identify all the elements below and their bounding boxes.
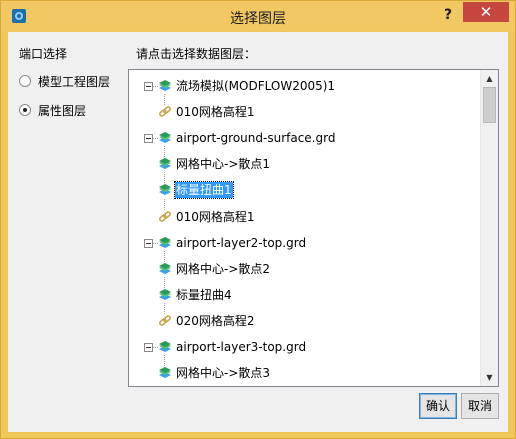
layer-stack-icon xyxy=(159,263,171,274)
scroll-up-arrow-icon[interactable]: ▲ xyxy=(481,70,498,87)
radio-label: 属性图层 xyxy=(38,103,87,118)
link-icon xyxy=(159,211,171,222)
tree-child-item[interactable]: 标量扭曲4 xyxy=(158,285,233,305)
tree-parent-item[interactable]: airport-layer3-top.grd xyxy=(158,337,307,357)
tree-child-item[interactable]: 010网格高程1 xyxy=(158,207,256,227)
layer-stack-icon xyxy=(159,184,171,195)
tree-item-label: 标量扭曲1 xyxy=(174,181,234,199)
tree-item-label: airport-layer3-top.grd xyxy=(176,340,307,354)
tree-child-item[interactable]: 010网格高程1 xyxy=(158,102,256,122)
layer-stack-icon xyxy=(159,80,171,91)
radio-button[interactable] xyxy=(19,75,31,87)
scroll-thumb[interactable] xyxy=(483,87,496,123)
tree-item-label: 网格中心->散点2 xyxy=(176,262,271,276)
dialog-window: 选择图层 ? ✕ 端口选择 模型工程图层 属性图层 请点击选择数据图层： 流场模… xyxy=(0,0,516,439)
tree-parent-item[interactable]: airport-ground-surface.grd xyxy=(158,128,336,148)
tree-child-item[interactable]: 网格中心->散点1 xyxy=(158,154,271,174)
collapse-toggle-icon[interactable] xyxy=(144,82,153,91)
layer-stack-icon xyxy=(159,237,171,248)
tree-item-label: 标量扭曲4 xyxy=(176,288,232,302)
cancel-button[interactable]: 取消 xyxy=(461,393,499,419)
layer-stack-icon xyxy=(159,158,171,169)
link-icon xyxy=(159,106,171,117)
layer-stack-icon xyxy=(159,367,171,378)
collapse-toggle-icon[interactable] xyxy=(144,239,153,248)
layer-stack-icon xyxy=(159,289,171,300)
link-icon xyxy=(159,315,171,326)
layer-stack-icon xyxy=(159,132,171,143)
layer-stack-icon xyxy=(159,341,171,352)
dialog-body: 端口选择 模型工程图层 属性图层 请点击选择数据图层： 流场模拟(MODFLOW… xyxy=(8,32,508,432)
radio-label: 模型工程图层 xyxy=(38,74,111,89)
port-select-label: 端口选择 xyxy=(19,47,68,61)
tree-child-item[interactable]: 网格中心->散点3 xyxy=(158,363,271,383)
collapse-toggle-icon[interactable] xyxy=(144,134,153,143)
tree-item-label: 010网格高程1 xyxy=(176,105,255,119)
scroll-down-arrow-icon[interactable]: ▼ xyxy=(481,369,498,386)
tree-item-label: 网格中心->散点3 xyxy=(176,366,271,380)
tree-item-label: airport-layer2-top.grd xyxy=(176,236,307,250)
title-bar[interactable]: 选择图层 ? ✕ xyxy=(1,1,515,31)
tree-item-label: airport-ground-surface.grd xyxy=(176,131,336,145)
layer-tree[interactable]: 流场模拟(MODFLOW2005)1 010网格高程1 airport-ground… xyxy=(128,69,499,387)
tree-item-label: 020网格高程2 xyxy=(176,314,255,328)
radio-button[interactable] xyxy=(19,104,31,116)
tree-child-item[interactable]: 标量扭曲1 xyxy=(158,180,234,200)
tree-instruction-label: 请点击选择数据图层： xyxy=(136,47,257,61)
radio-model-layer[interactable]: 模型工程图层 xyxy=(19,73,110,89)
radio-attribute-layer[interactable]: 属性图层 xyxy=(19,102,86,118)
confirm-button[interactable]: 确认 xyxy=(419,393,457,419)
tree-item-label: 流场模拟(MODFLOW2005)1 xyxy=(176,79,336,93)
vertical-scrollbar[interactable]: ▲ ▼ xyxy=(480,70,498,386)
tree-list[interactable]: 流场模拟(MODFLOW2005)1 010网格高程1 airport-ground… xyxy=(129,70,479,386)
close-button[interactable]: ✕ xyxy=(463,2,509,22)
help-button[interactable]: ? xyxy=(437,5,459,25)
tree-child-item[interactable]: 020网格高程2 xyxy=(158,311,256,331)
collapse-toggle-icon[interactable] xyxy=(144,343,153,352)
tree-item-label: 010网格高程1 xyxy=(176,210,255,224)
tree-item-label: 网格中心->散点1 xyxy=(176,157,271,171)
tree-parent-item[interactable]: airport-layer2-top.grd xyxy=(158,233,307,253)
tree-parent-item[interactable]: 流场模拟(MODFLOW2005)1 xyxy=(158,76,336,96)
tree-child-item[interactable]: 网格中心->散点2 xyxy=(158,259,271,279)
